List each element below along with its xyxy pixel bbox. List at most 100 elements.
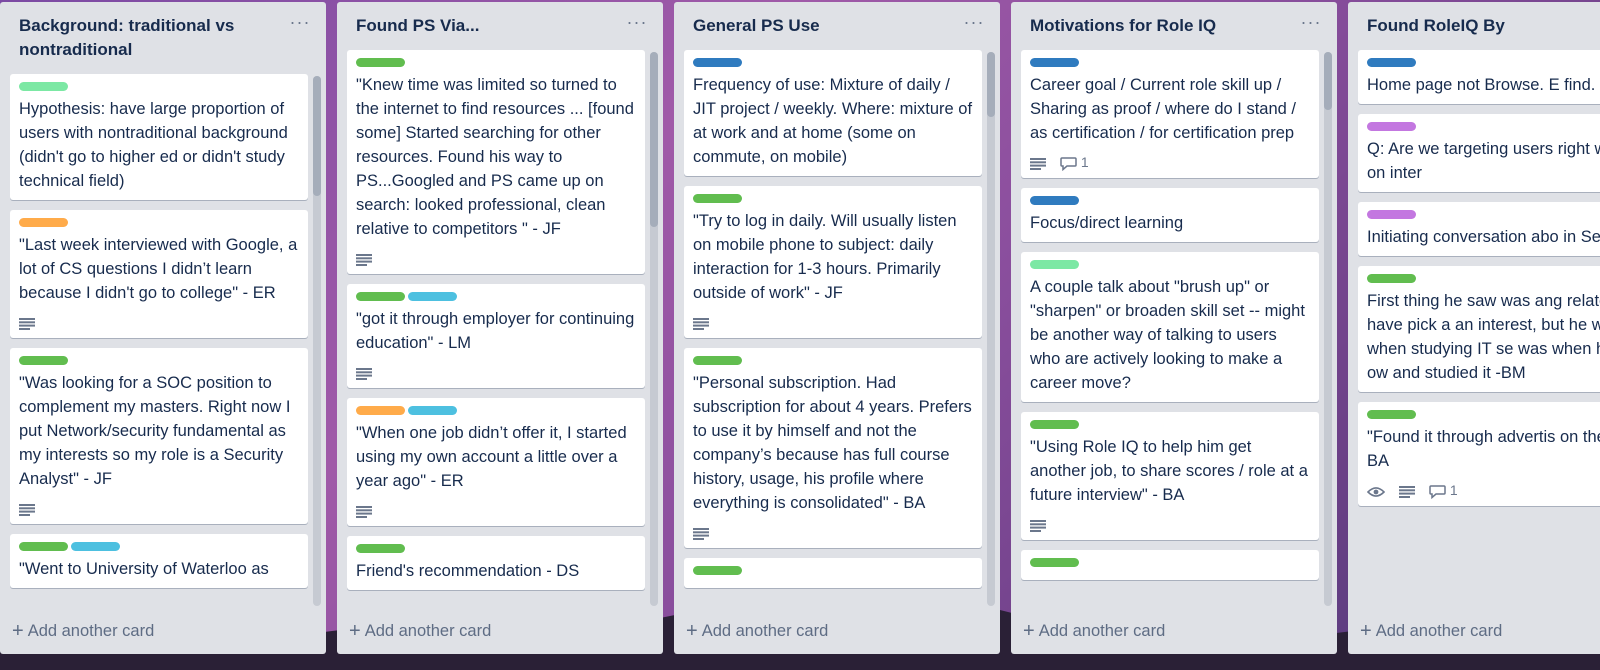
scrollbar-thumb[interactable] [313, 76, 321, 196]
card-label-green [693, 356, 742, 365]
scrollbar-thumb[interactable] [650, 52, 658, 227]
card-title: "Knew time was limited so turned to the … [356, 76, 634, 238]
card-labels [1367, 122, 1600, 132]
card[interactable]: "Was looking for a SOC position to compl… [10, 348, 308, 524]
comment-count: 1 [1080, 154, 1089, 171]
card-badges [356, 499, 636, 519]
add-card-button[interactable]: + Add another card [349, 616, 491, 646]
card-title: "got it through employer for continuing … [356, 310, 635, 352]
card[interactable]: "Went to University of Waterloo as [10, 534, 308, 588]
scrollbar-thumb[interactable] [1324, 52, 1332, 110]
list-title[interactable]: Motivations for Role IQ [1030, 14, 1289, 38]
card-label-purple [1367, 210, 1416, 219]
description-icon [19, 498, 35, 518]
list-header[interactable]: Found PS Via... ··· [337, 2, 663, 50]
card-labels [1030, 260, 1310, 270]
list-title[interactable]: Background: traditional vs nontraditiona… [19, 14, 278, 62]
comments-badge: 1 [1060, 152, 1089, 172]
card-labels [1030, 420, 1310, 430]
card[interactable]: First thing he saw was ang related (migh… [1358, 266, 1600, 392]
card-title: Home page not Browse. E find. [1367, 76, 1596, 94]
card[interactable]: "Last week interviewed with Google, a lo… [10, 210, 308, 338]
card-label-green [356, 544, 405, 553]
card[interactable]: Hypothesis: have large proportion of use… [10, 74, 308, 200]
card-badges [19, 311, 299, 331]
list-menu-icon[interactable]: ··· [1297, 13, 1325, 38]
card-title: "Found it through advertis on the front … [1367, 428, 1600, 470]
card[interactable]: "got it through employer for continuing … [347, 284, 645, 388]
card[interactable] [1021, 550, 1319, 580]
list-menu-icon[interactable]: ··· [286, 13, 314, 38]
comments-badge: 1 [1429, 480, 1458, 500]
card[interactable]: Focus/direct learning [1021, 188, 1319, 242]
plus-icon: + [1360, 620, 1372, 642]
add-card-button[interactable]: + Add another card [686, 616, 828, 646]
add-card-label: Add another card [1375, 622, 1503, 640]
card[interactable]: "Knew time was limited so turned to the … [347, 50, 645, 274]
card-title: "Went to University of Waterloo as [19, 560, 269, 578]
card-title: Career goal / Current role skill up / Sh… [1030, 76, 1296, 142]
list-title[interactable]: General PS Use [693, 14, 952, 38]
card[interactable]: "When one job didn’t offer it, I started… [347, 398, 645, 526]
card-label-orange [356, 406, 405, 415]
list-column: Background: traditional vs nontraditiona… [0, 2, 326, 654]
list-title[interactable]: Found PS Via... [356, 14, 615, 38]
list-column: Motivations for Role IQ ··· Career goal / … [1011, 2, 1337, 654]
card[interactable]: Q: Are we targeting users right way? (ba… [1358, 114, 1600, 192]
description-icon [19, 312, 35, 332]
list-header[interactable]: Motivations for Role IQ ··· [1011, 2, 1337, 50]
card[interactable]: Friend's recommendation - DS [347, 536, 645, 590]
card[interactable] [684, 558, 982, 588]
watch-icon [1366, 480, 1386, 500]
card-list: Career goal / Current role skill up / Sh… [1021, 50, 1319, 608]
card-title: "Was looking for a SOC position to compl… [19, 374, 291, 488]
description-icon [356, 248, 372, 268]
comment-count: 1 [1449, 482, 1458, 499]
add-card-button[interactable]: + Add another card [12, 616, 154, 646]
plus-icon: + [686, 620, 698, 642]
card-label-green [1367, 410, 1416, 419]
scrollbar-thumb[interactable] [987, 52, 995, 117]
card-title: Focus/direct learning [1030, 214, 1184, 232]
card-labels [1367, 210, 1600, 220]
card-badges [693, 311, 973, 331]
card-label-green [19, 542, 68, 551]
list-header[interactable]: Background: traditional vs nontraditiona… [0, 2, 326, 74]
list-menu-icon[interactable]: ··· [623, 13, 651, 38]
list-column: Found RoleIQ By Home page not Browse. E f… [1348, 2, 1600, 654]
card-badges [1030, 513, 1310, 533]
list-header[interactable]: Found RoleIQ By [1348, 2, 1600, 50]
card-title: Initiating conversation abo in Search? [1367, 228, 1600, 246]
list-scrollbar[interactable] [987, 52, 995, 606]
card-labels [1030, 558, 1310, 568]
add-card-label: Add another card [1038, 622, 1166, 640]
card-label-sky [71, 542, 120, 551]
card-title: "Try to log in daily. Will usually liste… [693, 212, 957, 302]
card-label-sky [408, 406, 457, 415]
card-list: Hypothesis: have large proportion of use… [10, 74, 308, 608]
list-scrollbar[interactable] [650, 52, 658, 606]
card[interactable]: Frequency of use: Mixture of daily / JIT… [684, 50, 982, 176]
card[interactable]: Home page not Browse. E find. [1358, 50, 1600, 104]
card[interactable]: "Try to log in daily. Will usually liste… [684, 186, 982, 338]
card-title: Q: Are we targeting users right way? (ba… [1367, 140, 1600, 182]
add-card-button[interactable]: + Add another card [1023, 616, 1165, 646]
card[interactable]: "Found it through advertis on the front … [1358, 402, 1600, 506]
description-icon [356, 362, 372, 382]
card[interactable]: A couple talk about "brush up" or "sharp… [1021, 252, 1319, 402]
card[interactable]: "Using Role IQ to help him get another j… [1021, 412, 1319, 540]
card-badges: 1 [1030, 151, 1310, 171]
card-labels [1367, 410, 1600, 420]
list-menu-icon[interactable]: ··· [960, 13, 988, 38]
description-icon [1399, 480, 1415, 500]
list-scrollbar[interactable] [1324, 52, 1332, 606]
list-scrollbar[interactable] [313, 76, 321, 606]
card[interactable]: Initiating conversation abo in Search? [1358, 202, 1600, 256]
card[interactable]: "Personal subscription. Had subscription… [684, 348, 982, 548]
add-card-button[interactable]: + Add another card [1360, 616, 1502, 646]
list-header[interactable]: General PS Use ··· [674, 2, 1000, 50]
description-icon [1030, 152, 1046, 172]
list-title[interactable]: Found RoleIQ By [1367, 14, 1600, 38]
card-badges: 1 [1366, 479, 1600, 500]
card[interactable]: Career goal / Current role skill up / Sh… [1021, 50, 1319, 178]
